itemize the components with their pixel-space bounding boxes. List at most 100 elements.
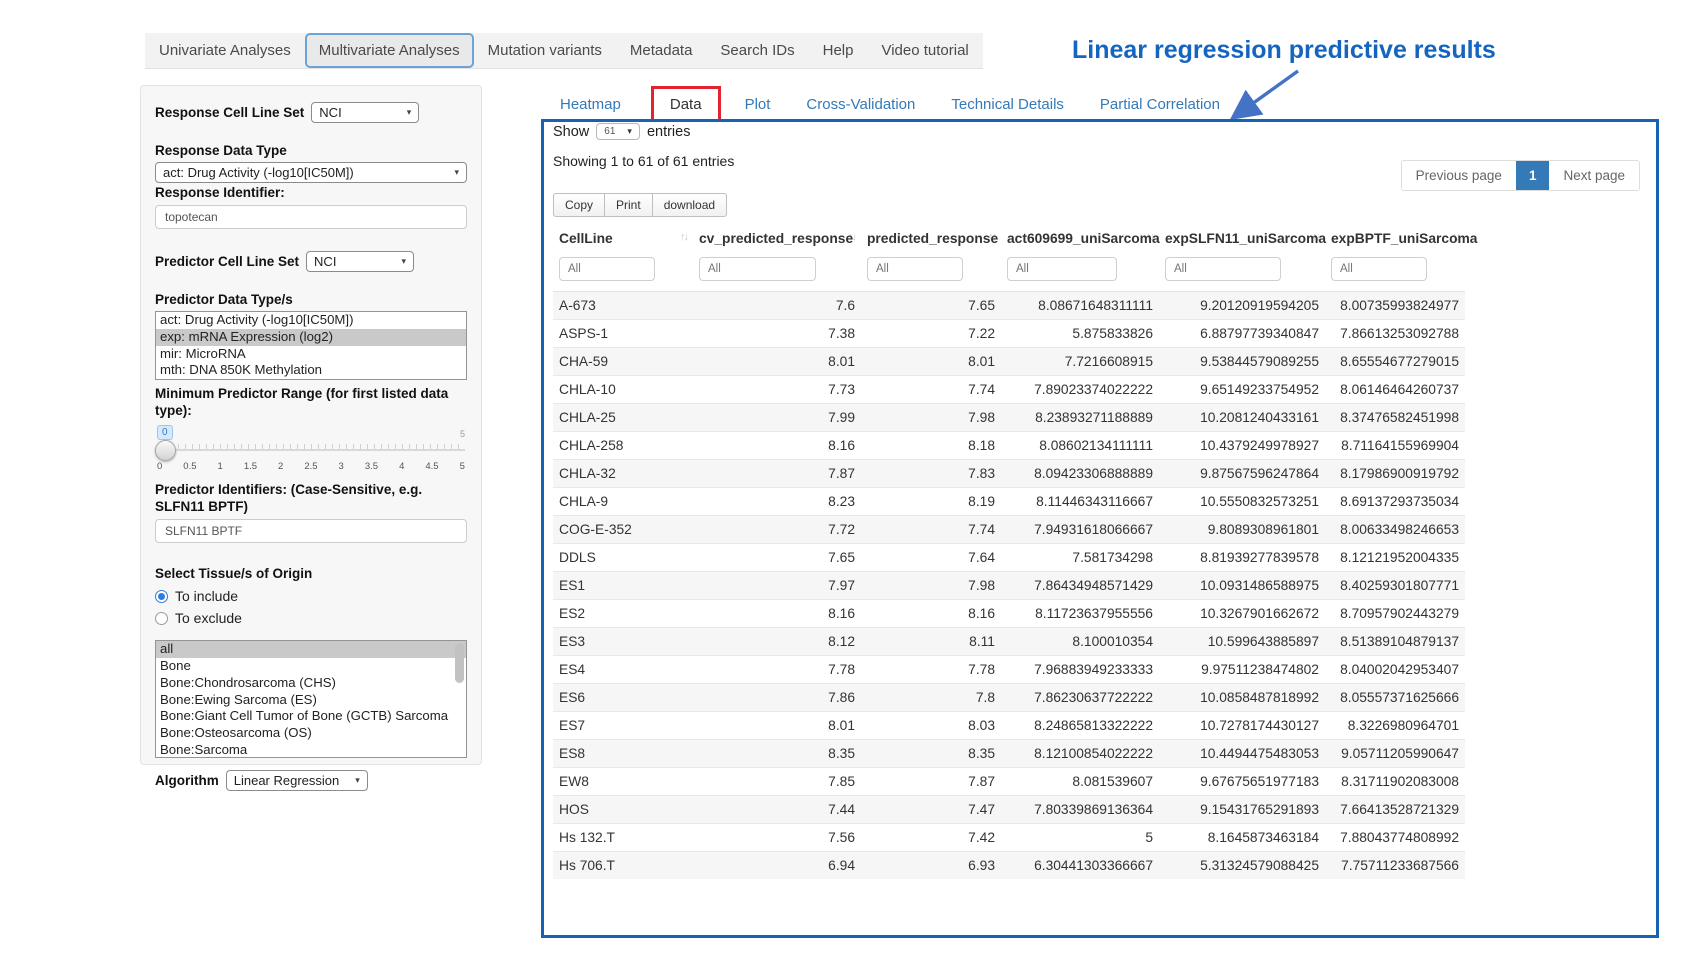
predictor-identifiers-input[interactable] — [155, 519, 467, 543]
slider-tick-label: 5 — [460, 461, 465, 472]
nav-item-metadata[interactable]: Metadata — [616, 33, 707, 68]
table-row[interactable]: ES88.358.358.1210085402222210.4494475483… — [553, 740, 1465, 768]
tab-technical-details[interactable]: Technical Details — [941, 89, 1074, 120]
cell-value: 8.12100854022222 — [1001, 740, 1159, 768]
response-identifier-input[interactable] — [155, 205, 467, 229]
listbox-scrollbar[interactable] — [455, 643, 464, 683]
cell-value: 8.12 — [693, 628, 861, 656]
response-identifier-label: Response Identifier: — [155, 184, 467, 201]
table-row[interactable]: CHA-598.018.017.72166089159.538445790892… — [553, 348, 1465, 376]
response-data-type-select[interactable]: act: Drug Activity (-log10[IC50M]) ▾ — [155, 162, 467, 183]
tab-partial-correlation[interactable]: Partial Correlation — [1090, 89, 1230, 120]
column-filter-input-expslfn11-unisarcoma[interactable] — [1165, 257, 1281, 281]
radio-button-icon[interactable] — [155, 590, 168, 603]
cell-value: 7.64 — [861, 544, 1001, 572]
previous-page-button[interactable]: Previous page — [1402, 161, 1516, 190]
table-row[interactable]: CHLA-98.238.198.1144634311666710.5550832… — [553, 488, 1465, 516]
table-row[interactable]: Hs 132.T7.567.4258.16458734631847.880437… — [553, 824, 1465, 852]
cell-value: 7.56 — [693, 824, 861, 852]
tissue-option-all[interactable]: all — [156, 641, 466, 658]
column-header-cellline[interactable]: ↑↓CellLine — [553, 222, 693, 255]
tissue-option-bone-osteosarcoma-os[interactable]: Bone:Osteosarcoma (OS) — [156, 725, 466, 742]
min-predictor-range-slider[interactable]: 0 5 00.511.522.533.544.55 — [157, 425, 465, 473]
nav-item-help[interactable]: Help — [809, 33, 868, 68]
page-length-value: 61 — [604, 126, 615, 137]
nav-item-mutation-variants[interactable]: Mutation variants — [474, 33, 616, 68]
table-row[interactable]: ES28.168.168.1172363795555610.3267901662… — [553, 600, 1465, 628]
tab-plot[interactable]: Plot — [735, 89, 781, 120]
next-page-button[interactable]: Next page — [1549, 161, 1639, 190]
nav-item-multivariate-analyses[interactable]: Multivariate Analyses — [305, 33, 474, 68]
tab-heatmap[interactable]: Heatmap — [550, 89, 631, 120]
slider-handle[interactable] — [155, 440, 176, 461]
column-header-expslfn11-unisarcoma[interactable]: ↑↓expSLFN11_uniSarcoma — [1159, 222, 1325, 255]
predictor-data-type-option-act[interactable]: act: Drug Activity (-log10[IC50M]) — [156, 312, 466, 329]
response-cell-line-set-select[interactable]: NCI ▾ — [311, 102, 419, 123]
sort-icon[interactable]: ↑↓ — [680, 231, 687, 243]
cell-value: 10.4379249978927 — [1159, 432, 1325, 460]
table-row[interactable]: CHLA-327.877.838.094233068888899.8756759… — [553, 460, 1465, 488]
nav-item-univariate-analyses[interactable]: Univariate Analyses — [145, 33, 305, 68]
table-row[interactable]: ASPS-17.387.225.8758338266.8879773934084… — [553, 320, 1465, 348]
table-row[interactable]: CHLA-257.997.988.2389327118888910.208124… — [553, 404, 1465, 432]
nav-item-video-tutorial[interactable]: Video tutorial — [867, 33, 982, 68]
cell-value: 7.86 — [693, 684, 861, 712]
table-row[interactable]: ES17.977.987.8643494857142910.0931486588… — [553, 572, 1465, 600]
tissue-option-bone-giant-cell-tumor-of-bone-gctb-sarcoma[interactable]: Bone:Giant Cell Tumor of Bone (GCTB) Sar… — [156, 708, 466, 725]
print-button[interactable]: Print — [604, 193, 653, 217]
cell-value: 7.42 — [861, 824, 1001, 852]
cell-value: 8.11723637955556 — [1001, 600, 1159, 628]
copy-button[interactable]: Copy — [553, 193, 605, 217]
cell-value: 7.65 — [861, 292, 1001, 320]
radio-button-icon[interactable] — [155, 612, 168, 625]
cell-value: 8.05557371625666 — [1325, 684, 1465, 712]
page-number-button[interactable]: 1 — [1516, 161, 1550, 190]
predictor-data-type-option-mth[interactable]: mth: DNA 850K Methylation — [156, 362, 466, 379]
cell-line-name: CHA-59 — [553, 348, 693, 376]
predictor-cell-line-set-select[interactable]: NCI ▾ — [306, 251, 414, 272]
page-length-select[interactable]: 61 ▾ — [596, 123, 640, 140]
tissue-option-bone-sarcoma[interactable]: Bone:Sarcoma — [156, 742, 466, 758]
column-filter-input-expbptf-unisarcoma[interactable] — [1331, 257, 1427, 281]
table-row[interactable]: CHLA-2588.168.188.0860213411111110.43792… — [553, 432, 1465, 460]
nav-item-search-ids[interactable]: Search IDs — [706, 33, 808, 68]
download-button[interactable]: download — [652, 193, 727, 217]
table-row[interactable]: HOS7.447.477.803398691363649.15431765291… — [553, 796, 1465, 824]
tissue-option-bone[interactable]: Bone — [156, 658, 466, 675]
column-header-predicted-response[interactable]: ↑↓predicted_response — [861, 222, 1001, 255]
table-row[interactable]: COG-E-3527.727.747.949316180666679.80893… — [553, 516, 1465, 544]
cell-value: 8.09423306888889 — [1001, 460, 1159, 488]
column-header-label: expBPTF_uniSarcoma — [1331, 231, 1477, 246]
column-filter-input-cv-predicted-response[interactable] — [699, 257, 816, 281]
cell-value: 7.86230637722222 — [1001, 684, 1159, 712]
data-results-panel: Show 61 ▾ entries Showing 1 to 61 of 61 … — [541, 119, 1659, 938]
table-row[interactable]: ES78.018.038.2486581332222210.7278174430… — [553, 712, 1465, 740]
predictor-data-type-option-mir[interactable]: mir: MicroRNA — [156, 346, 466, 363]
tissue-option-bone-chondrosarcoma-chs[interactable]: Bone:Chondrosarcoma (CHS) — [156, 675, 466, 692]
slider-track[interactable] — [157, 449, 465, 451]
algorithm-select[interactable]: Linear Regression ▾ — [226, 770, 368, 791]
table-row[interactable]: Hs 706.T6.946.936.304413033666675.313245… — [553, 852, 1465, 880]
table-row[interactable]: ES47.787.787.968839492333339.97511238474… — [553, 656, 1465, 684]
column-filter-input-cellline[interactable] — [559, 257, 655, 281]
predictor-data-type-option-exp[interactable]: exp: mRNA Expression (log2) — [156, 329, 466, 346]
column-filter-input-predicted-response[interactable] — [867, 257, 963, 281]
tissue-option-bone-ewing-sarcoma-es[interactable]: Bone:Ewing Sarcoma (ES) — [156, 692, 466, 709]
column-header-act609699-unisarcoma[interactable]: ↑↓act609699_uniSarcoma — [1001, 222, 1159, 255]
column-header-cv-predicted-response[interactable]: ↑↓cv_predicted_response — [693, 222, 861, 255]
tab-cross-validation[interactable]: Cross-Validation — [796, 89, 925, 120]
column-header-expbptf-unisarcoma[interactable]: ↑↓expBPTF_uniSarcoma — [1325, 222, 1465, 255]
column-filter-input-act609699-unisarcoma[interactable] — [1007, 257, 1117, 281]
table-row[interactable]: DDLS7.657.647.5817342988.819392778395788… — [553, 544, 1465, 572]
tissue-radio-to-exclude[interactable]: To exclude — [155, 610, 467, 626]
tissue-radio-to-include[interactable]: To include — [155, 588, 467, 604]
table-row[interactable]: ES38.128.118.10001035410.5996438858978.5… — [553, 628, 1465, 656]
cell-value: 7.6 — [693, 292, 861, 320]
tab-data[interactable]: Data — [660, 89, 712, 120]
cell-value: 7.44 — [693, 796, 861, 824]
table-row[interactable]: EW87.857.878.0815396079.676756519771838.… — [553, 768, 1465, 796]
table-row[interactable]: CHLA-107.737.747.890233740222229.6514923… — [553, 376, 1465, 404]
results-table: ↑↓CellLine↑↓cv_predicted_response↑↓predi… — [553, 222, 1465, 879]
table-row[interactable]: A-6737.67.658.086716483111119.2012091959… — [553, 292, 1465, 320]
table-row[interactable]: ES67.867.87.8623063772222210.08584878189… — [553, 684, 1465, 712]
